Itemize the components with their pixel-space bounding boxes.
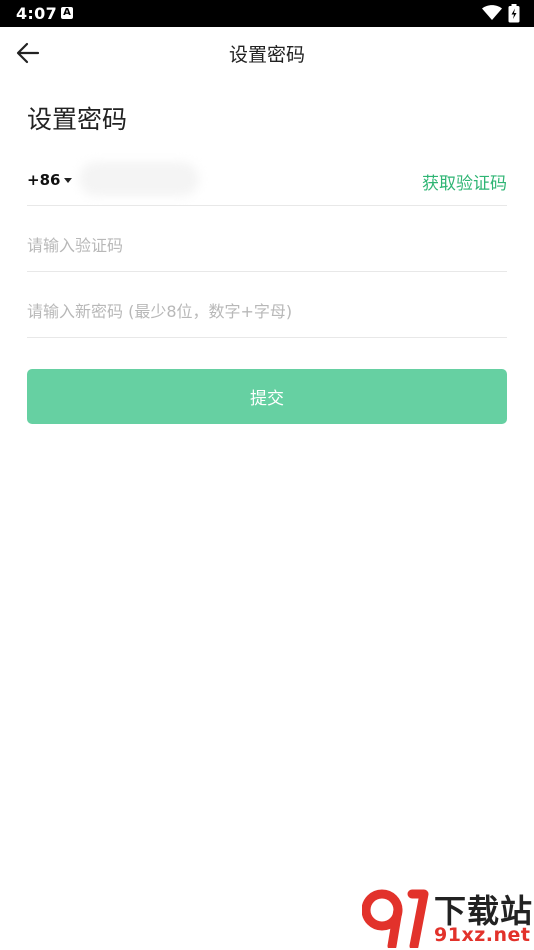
phone-number-blurred: [79, 162, 199, 196]
new-password-input[interactable]: [27, 296, 497, 326]
phone-row: +86 获取验证码: [27, 154, 507, 206]
caret-down-icon: [64, 177, 73, 183]
page-title: 设置密码: [27, 105, 128, 134]
get-code-button[interactable]: 获取验证码: [422, 169, 507, 194]
watermark: 下载站 91xz.net: [362, 886, 534, 950]
status-bar: 4:07 A: [0, 0, 534, 27]
watermark-url: 91xz.net: [434, 924, 531, 946]
app-bar-title: 设置密码: [228, 44, 305, 66]
code-row: [27, 220, 507, 272]
country-code-label: +86: [27, 171, 61, 189]
status-time: 4:07: [16, 4, 57, 23]
verification-code-input[interactable]: [27, 230, 497, 260]
password-row: [27, 286, 507, 338]
app-bar: 设置密码: [0, 27, 534, 79]
submit-button[interactable]: 提交: [27, 369, 507, 424]
country-code-selector[interactable]: +86: [27, 171, 73, 189]
notification-a-icon: A: [61, 7, 73, 19]
battery-charging-icon: [508, 4, 520, 23]
wifi-icon: [482, 5, 502, 20]
watermark-logo-icon: [362, 889, 429, 948]
